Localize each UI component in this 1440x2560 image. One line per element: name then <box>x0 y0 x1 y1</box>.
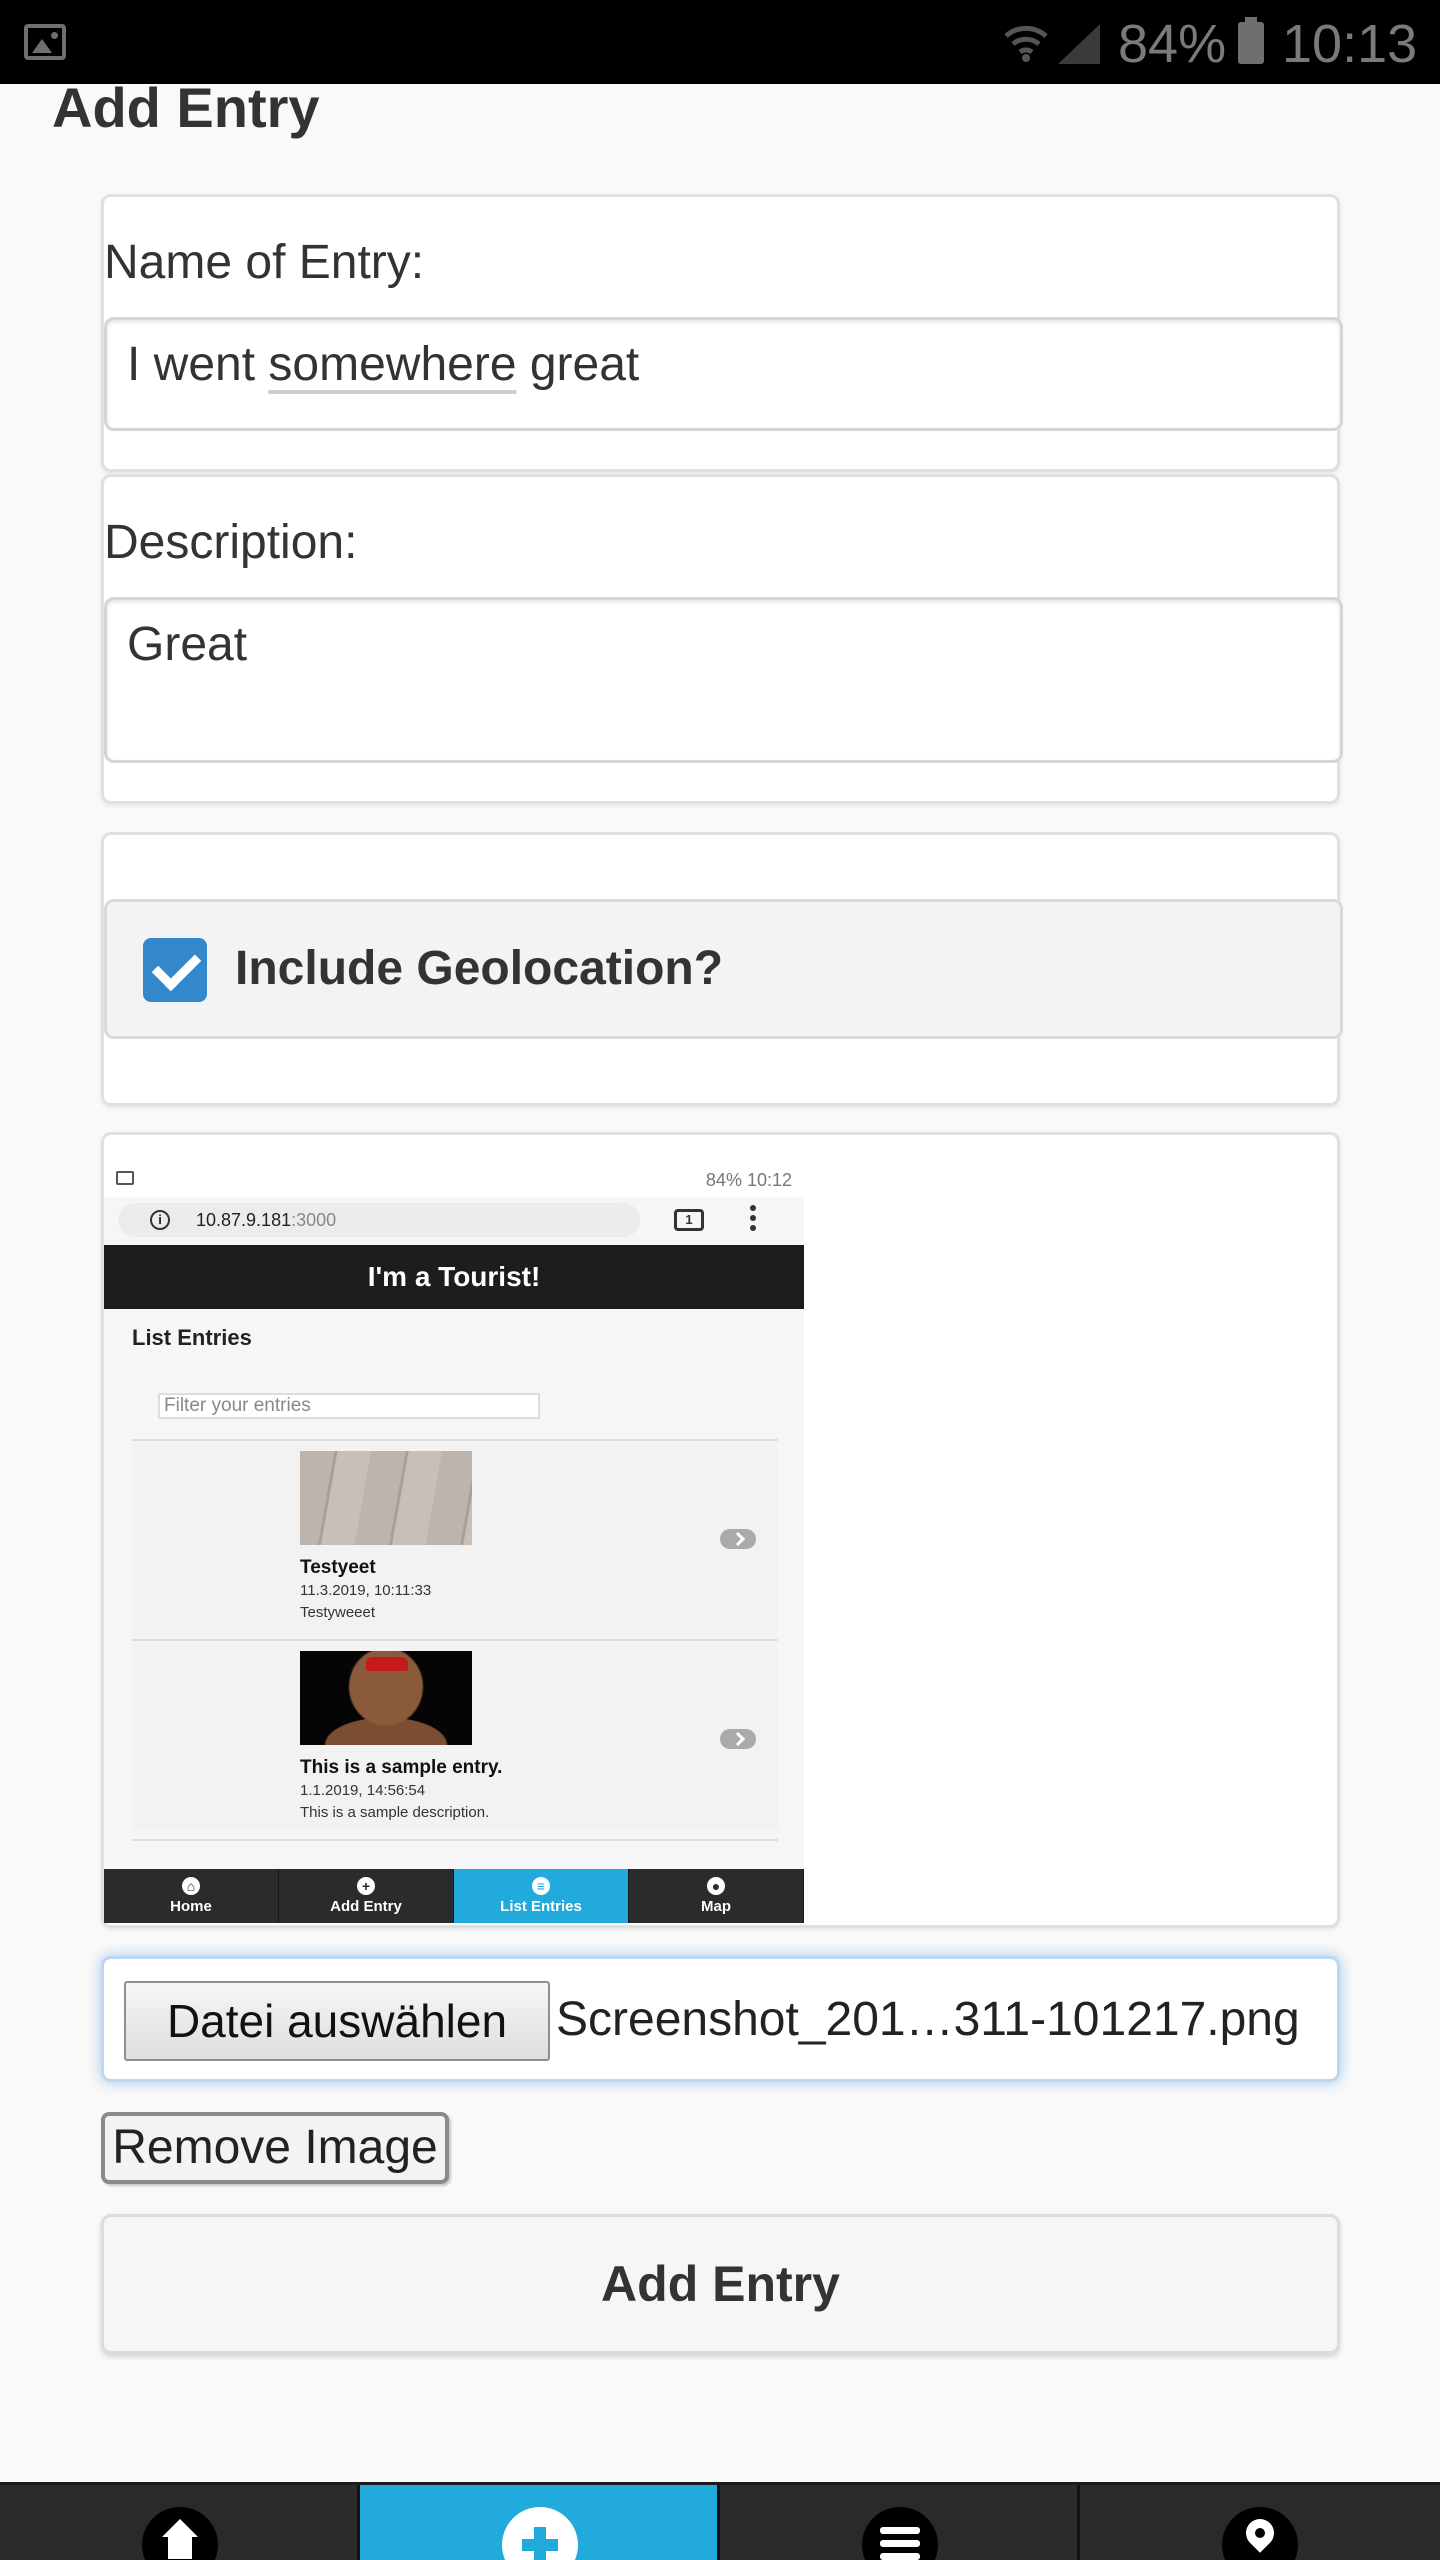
preview-status-text: 84% 10:12 <box>705 1170 792 1190</box>
preview-url-port: :3000 <box>291 1210 337 1230</box>
name-value-suffix: great <box>516 338 640 391</box>
signal-icon <box>1058 24 1100 64</box>
preview-app-header: I'm a Tourist! <box>104 1245 804 1309</box>
name-field-card: Name of Entry: I went somewhere great <box>101 194 1343 472</box>
preview-entry-description: Testyweeet <box>300 1604 376 1621</box>
preview-map-pin-icon: ● <box>707 1877 725 1895</box>
preview-nav-label: Add Entry <box>330 1898 402 1915</box>
nav-list-entries[interactable] <box>720 2485 1080 2560</box>
page-title: Add Entry <box>52 76 320 139</box>
preview-home-icon: ⌂ <box>182 1877 200 1895</box>
wifi-icon <box>1004 25 1048 62</box>
map-pin-icon <box>1240 2513 1280 2553</box>
name-value-prefix: I went <box>127 338 269 391</box>
geolocation-card: Include Geolocation? <box>101 832 1343 1106</box>
preview-more-icon <box>750 1205 756 1235</box>
preview-entry-date: 11.3.2019, 10:11:33 <box>300 1582 432 1599</box>
preview-info-icon: i <box>150 1210 170 1230</box>
preview-entry-name: Testyeet <box>300 1557 376 1578</box>
nav-home[interactable] <box>0 2485 360 2560</box>
battery-percentage: 84% <box>1118 14 1227 74</box>
preview-list-title: List Entries <box>132 1325 252 1350</box>
preview-list-item: This is a sample entry. 1.1.2019, 14:56:… <box>132 1641 778 1841</box>
preview-url-host: 10.87.9.181 <box>196 1210 292 1230</box>
description-label: Description: <box>104 516 358 569</box>
remove-image-button[interactable]: Remove Image <box>101 2112 449 2184</box>
preview-nav-label: Map <box>701 1898 731 1915</box>
preview-chevron-right-icon <box>720 1729 756 1749</box>
geolocation-checkbox-row[interactable]: Include Geolocation? <box>104 899 1343 1039</box>
preview-nav-home: ⌂ Home <box>104 1869 279 1923</box>
preview-chevron-right-icon <box>720 1529 756 1549</box>
preview-tabs-icon: 1 <box>674 1209 704 1231</box>
nav-list-circle <box>862 2507 938 2560</box>
preview-plus-icon: + <box>357 1877 375 1895</box>
gallery-notification-icon <box>24 24 66 60</box>
nav-add-circle <box>502 2507 578 2560</box>
geolocation-checkbox[interactable] <box>143 938 207 1002</box>
preview-entry-date: 1.1.2019, 14:56:54 <box>300 1782 426 1799</box>
plus-icon <box>522 2527 558 2560</box>
preview-nav-label: Home <box>170 1898 212 1915</box>
nav-add-entry[interactable] <box>360 2485 720 2560</box>
preview-entry-list: Testyeet 11.3.2019, 10:11:33 Testyweeet … <box>132 1439 778 1841</box>
selected-file-name: Screenshot_201…311-101217.png <box>556 1993 1300 2046</box>
list-icon <box>880 2527 920 2560</box>
image-preview-card: 84% 10:12 i 10.87.9.181:3000 1 I'm a Tou… <box>101 1132 1340 1928</box>
preview-filter-input: Filter your entries <box>158 1393 540 1419</box>
preview-gallery-icon <box>116 1171 134 1185</box>
preview-nav-list-entries: ≡ List Entries <box>454 1869 629 1923</box>
preview-entry-thumbnail <box>300 1451 472 1545</box>
description-field-card: Description: Great <box>101 474 1343 804</box>
preview-list-item: Testyeet 11.3.2019, 10:11:33 Testyweeet <box>132 1441 778 1641</box>
nav-map[interactable] <box>1080 2485 1440 2560</box>
name-label: Name of Entry: <box>104 236 425 289</box>
geolocation-label: Include Geolocation? <box>235 942 724 995</box>
nav-home-circle <box>142 2507 218 2560</box>
preview-entry-name: This is a sample entry. <box>300 1757 503 1778</box>
battery-icon <box>1238 17 1264 64</box>
bottom-navbar <box>0 2482 1440 2560</box>
name-input[interactable]: I went somewhere great <box>104 317 1343 431</box>
name-value-misspelled: somewhere <box>268 338 517 391</box>
home-icon <box>162 2519 198 2559</box>
preview-nav-map: ● Map <box>629 1869 804 1923</box>
preview-nav-add-entry: + Add Entry <box>279 1869 454 1923</box>
preview-nav-label: List Entries <box>500 1898 582 1915</box>
description-textarea[interactable]: Great <box>104 597 1343 763</box>
file-input[interactable]: Datei auswählen Screenshot_201…311-10121… <box>101 1956 1340 2082</box>
choose-file-button[interactable]: Datei auswählen <box>124 1981 550 2061</box>
preview-entry-thumbnail <box>300 1651 472 1745</box>
preview-url-bar: i 10.87.9.181:3000 <box>118 1203 640 1237</box>
clock: 10:13 <box>1282 14 1418 74</box>
preview-entry-description: This is a sample description. <box>300 1804 490 1821</box>
nav-map-circle <box>1222 2507 1298 2560</box>
image-preview: 84% 10:12 i 10.87.9.181:3000 1 I'm a Tou… <box>104 1163 804 1923</box>
add-entry-button[interactable]: Add Entry <box>101 2214 1340 2354</box>
preview-list-icon: ≡ <box>532 1877 550 1895</box>
preview-navbar: ⌂ Home + Add Entry ≡ List Entries ● Map <box>104 1869 804 1923</box>
preview-status-bar: 84% 10:12 <box>104 1163 804 1197</box>
